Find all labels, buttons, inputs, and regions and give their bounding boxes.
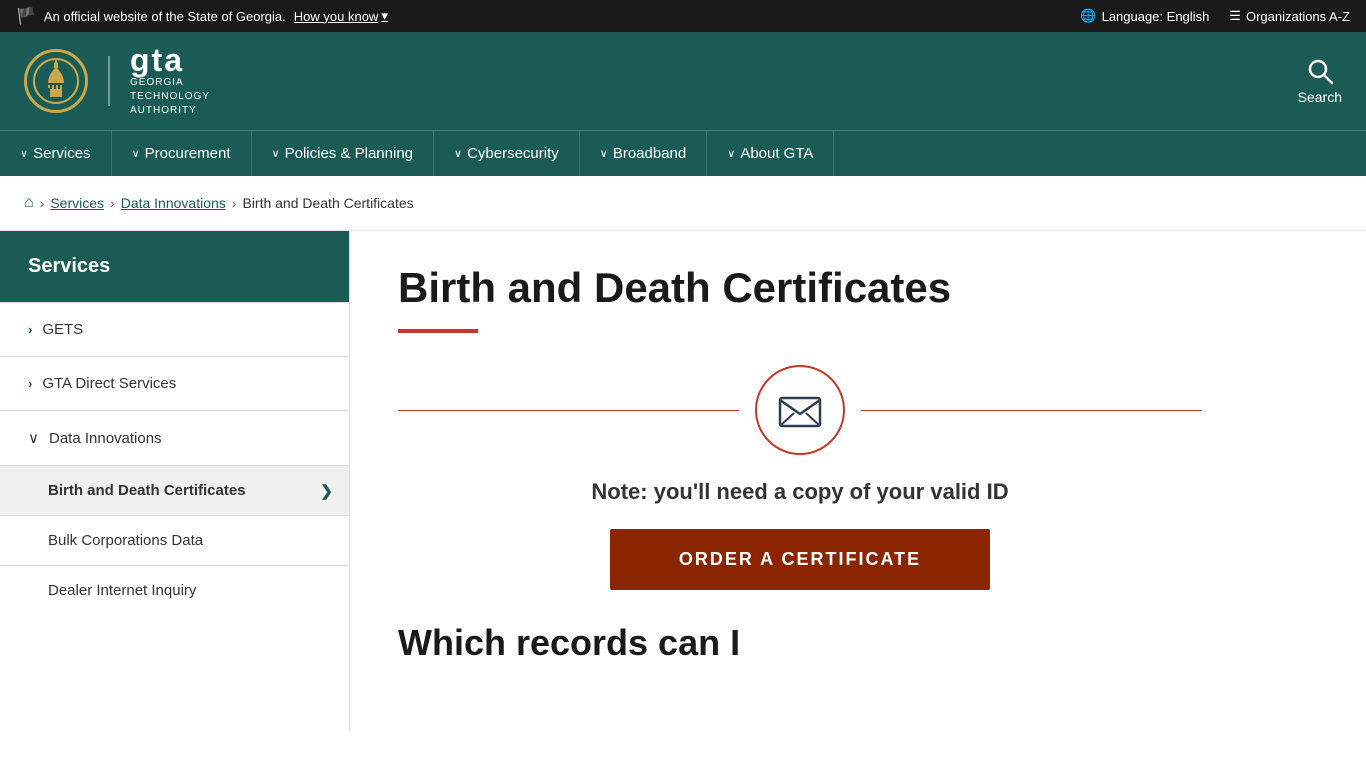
sidebar-sub-item-bulk-corps[interactable]: Bulk Corporations Data <box>0 515 349 565</box>
site-header: gta GEORGIATECHNOLOGYAUTHORITY Search <box>0 32 1366 130</box>
main-layout: Services › GETS › GTA Direct Services ∨ … <box>0 231 1366 731</box>
breadcrumb: ⌂ › Services › Data Innovations › Birth … <box>0 176 1366 231</box>
title-underline <box>398 329 478 333</box>
top-bar: 🏴 An official website of the State of Ge… <box>0 0 1366 32</box>
which-records-heading: Which records can I <box>398 622 740 664</box>
search-icon <box>1306 57 1334 85</box>
orgs-link[interactable]: ☰ Organizations A-Z <box>1229 8 1350 24</box>
note-text: Note: you'll need a copy of your valid I… <box>398 479 1202 505</box>
main-nav: ∨ Services ∨ Procurement ∨ Policies & Pl… <box>0 130 1366 176</box>
breadcrumb-data-innovations[interactable]: Data Innovations <box>121 195 226 211</box>
georgia-flag: 🏴 <box>16 6 36 26</box>
main-content: Birth and Death Certificates Note: you'l… <box>350 231 1250 731</box>
nav-item-services[interactable]: ∨ Services <box>0 131 112 176</box>
language-link[interactable]: 🌐 Language: English <box>1080 8 1209 24</box>
breadcrumb-services[interactable]: Services <box>50 195 104 211</box>
sidebar-item-gta-direct[interactable]: › GTA Direct Services <box>0 356 349 410</box>
nav-item-about[interactable]: ∨ About GTA <box>707 131 834 176</box>
cert-section <box>398 365 1202 455</box>
cert-icon-wrap <box>755 365 845 455</box>
breadcrumb-sep-2: › <box>110 195 115 211</box>
nav-item-policies[interactable]: ∨ Policies & Planning <box>252 131 434 176</box>
chevron-broadband-icon: ∨ <box>600 147 608 160</box>
official-text: An official website of the State of Geor… <box>44 9 286 24</box>
sidebar-item-data-innovations[interactable]: ∨ Data Innovations <box>0 410 349 465</box>
bottom-section: Which records can I <box>398 622 1202 664</box>
top-bar-right: 🌐 Language: English ☰ Organizations A-Z <box>1080 8 1350 24</box>
logo-area: gta GEORGIATECHNOLOGYAUTHORITY <box>24 44 210 118</box>
nav-item-broadband[interactable]: ∨ Broadband <box>580 131 707 176</box>
chevron-gets-icon: › <box>28 322 32 337</box>
breadcrumb-current: Birth and Death Certificates <box>242 195 413 211</box>
chevron-gta-direct-icon: › <box>28 376 32 391</box>
search-button[interactable]: Search <box>1298 57 1342 105</box>
gta-logo-svg <box>32 57 80 105</box>
chevron-down-data-innovations-icon: ∨ <box>28 429 39 447</box>
how-you-know-link[interactable]: How you know ▾ <box>294 8 388 24</box>
sidebar: Services › GETS › GTA Direct Services ∨ … <box>0 231 350 731</box>
cert-line-right <box>861 410 1202 411</box>
envelope-icon <box>776 386 824 434</box>
gta-text: gta GEORGIATECHNOLOGYAUTHORITY <box>130 44 210 118</box>
sidebar-item-gets[interactable]: › GETS <box>0 302 349 356</box>
home-icon[interactable]: ⌂ <box>24 194 34 212</box>
gta-name: gta <box>130 44 210 76</box>
order-certificate-button[interactable]: ORDER A CERTIFICATE <box>610 529 990 590</box>
top-bar-left: 🏴 An official website of the State of Ge… <box>16 6 388 26</box>
breadcrumb-sep-3: › <box>232 195 237 211</box>
sidebar-sub-item-birth-death[interactable]: Birth and Death Certificates <box>0 465 349 515</box>
breadcrumb-sep-1: › <box>40 195 45 211</box>
gta-subtitle: GEORGIATECHNOLOGYAUTHORITY <box>130 76 210 118</box>
nav-item-procurement[interactable]: ∨ Procurement <box>112 131 252 176</box>
cert-line-left <box>398 410 739 411</box>
chevron-policies-icon: ∨ <box>272 147 280 160</box>
chevron-cybersecurity-icon: ∨ <box>454 147 462 160</box>
sidebar-header: Services <box>0 231 349 302</box>
nav-item-cybersecurity[interactable]: ∨ Cybersecurity <box>434 131 580 176</box>
page-title: Birth and Death Certificates <box>398 263 1202 313</box>
chevron-services-icon: ∨ <box>20 147 28 160</box>
chevron-procurement-icon: ∨ <box>132 147 140 160</box>
sidebar-sub-item-dealer[interactable]: Dealer Internet Inquiry <box>0 565 349 615</box>
chevron-about-icon: ∨ <box>727 147 735 160</box>
gta-logo-circle <box>24 49 88 113</box>
logo-divider <box>108 56 110 106</box>
